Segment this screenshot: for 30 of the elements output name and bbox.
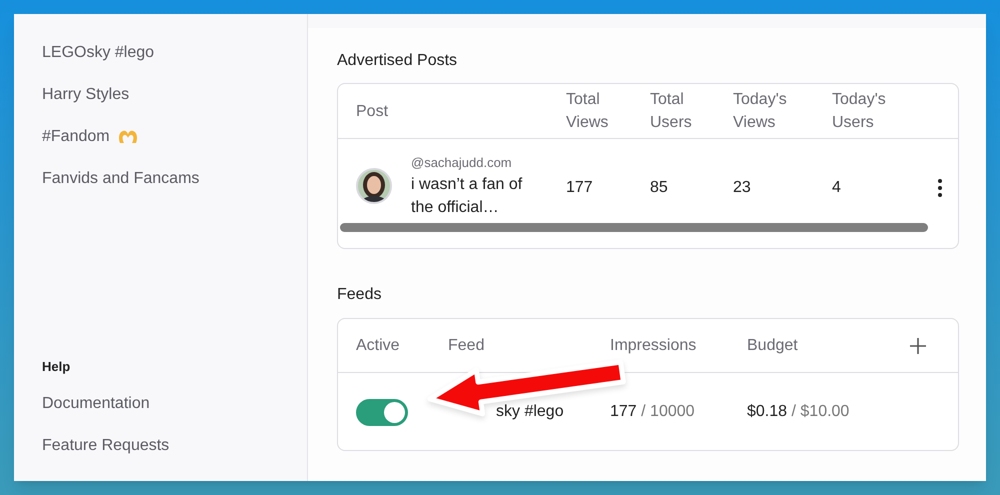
- column-header: Total Users: [650, 90, 693, 133]
- sidebar-item[interactable]: Feature Requests: [42, 425, 307, 467]
- sidebar-item[interactable]: Harry Styles: [42, 74, 307, 116]
- column-header: Total Views: [566, 90, 610, 133]
- sidebar-item[interactable]: #Fandom: [42, 116, 307, 158]
- table-cell-text: 177 / 10000: [610, 402, 696, 422]
- table-cell-text: 4: [832, 178, 842, 198]
- toggle-switch[interactable]: [356, 398, 408, 426]
- column-header: Post: [356, 102, 390, 122]
- sidebar-item[interactable]: LEGOsky #lego: [42, 32, 307, 74]
- section-heading: Help: [42, 358, 72, 376]
- post-text: i wasn’t a fan of the official…: [411, 175, 524, 218]
- column-header: Today's Views: [733, 90, 788, 133]
- add-icon[interactable]: [910, 338, 926, 354]
- column-header: Impressions: [610, 336, 698, 356]
- column-header: Budget: [747, 336, 799, 356]
- table-cell-text: 23: [733, 178, 752, 198]
- column-header: Feed: [448, 336, 486, 356]
- column-header: Today's Users: [832, 90, 887, 133]
- table-cell-text: 177: [566, 178, 594, 198]
- post-handle: @sachajudd.com: [411, 154, 513, 172]
- sidebar-item[interactable]: Documentation: [42, 383, 307, 425]
- column-header: Active: [356, 336, 401, 356]
- table-cell-text: 85: [650, 178, 669, 198]
- section-title: Feeds: [337, 285, 382, 305]
- more-icon[interactable]: [938, 179, 942, 197]
- table-cell-text: sky #lego: [495, 402, 565, 422]
- section-title: Advertised Posts: [337, 51, 458, 71]
- table-cell-text: $0.18 / $10.00: [747, 402, 850, 422]
- sidebar-item[interactable]: Fanvids and Fancams: [42, 158, 307, 200]
